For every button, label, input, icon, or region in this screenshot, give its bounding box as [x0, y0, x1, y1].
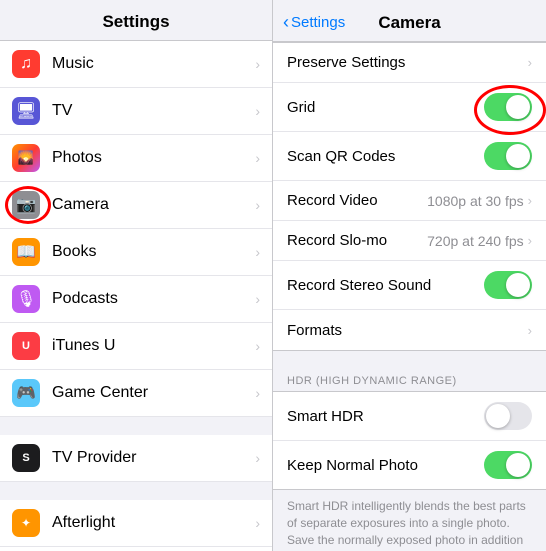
sidebar-item-itunes[interactable]: U iTunes U › [0, 323, 272, 370]
record-stereo-toggle[interactable] [484, 271, 532, 299]
grid-label: Grid [287, 99, 484, 116]
sidebar-item-music[interactable]: ♫ Music › [0, 41, 272, 88]
camera-icon: 📷 [12, 191, 40, 219]
hdr-section-label: HDR (HIGH DYNAMIC RANGE) [273, 369, 546, 391]
music-chevron: › [255, 56, 260, 72]
scan-qr-toggle-knob [506, 144, 530, 168]
tv-chevron: › [255, 103, 260, 119]
formats-row[interactable]: Formats › [273, 310, 546, 350]
hdr-description: Smart HDR intelligently blends the best … [273, 490, 546, 551]
record-video-chevron: › [528, 193, 532, 208]
scan-qr-toggle[interactable] [484, 142, 532, 170]
tv-label: TV [52, 102, 255, 120]
books-icon: 📖 [12, 238, 40, 266]
camera-settings-section: Preserve Settings › Grid Scan QR Codes R… [273, 42, 546, 351]
smart-hdr-toggle[interactable] [484, 402, 532, 430]
keep-normal-label: Keep Normal Photo [287, 457, 484, 474]
record-video-row[interactable]: Record Video 1080p at 30 fps › [273, 181, 546, 221]
photos-icon: 🌄 [12, 144, 40, 172]
sidebar-item-airbrush[interactable]: ✿ AirBrush › [0, 547, 272, 551]
record-video-label: Record Video [287, 192, 427, 209]
sidebar-item-tv[interactable]: 🖥 TV › [0, 88, 272, 135]
podcasts-label: Podcasts [52, 290, 255, 308]
sidebar-item-podcasts[interactable]: 🎙 Podcasts › [0, 276, 272, 323]
left-panel: Settings ♫ Music › 🖥 TV › 🌄 Photos › 📷 C… [0, 0, 273, 551]
record-slo-mo-label: Record Slo-mo [287, 232, 427, 249]
separator-1 [0, 417, 272, 435]
sidebar-item-game[interactable]: 🎮 Game Center › [0, 370, 272, 417]
keep-normal-row[interactable]: Keep Normal Photo [273, 441, 546, 489]
back-chevron-icon: ‹ [283, 12, 289, 33]
books-label: Books [52, 243, 255, 261]
smart-hdr-toggle-knob [486, 404, 510, 428]
podcasts-chevron: › [255, 291, 260, 307]
smart-hdr-label: Smart HDR [287, 408, 484, 425]
keep-normal-toggle[interactable] [484, 451, 532, 479]
left-title: Settings [102, 12, 169, 31]
tv-provider-icon: S [12, 444, 40, 472]
formats-label: Formats [287, 322, 528, 339]
grid-toggle-knob [506, 95, 530, 119]
itunes-chevron: › [255, 338, 260, 354]
photos-label: Photos [52, 149, 255, 167]
settings-list-2: S TV Provider › [0, 435, 272, 482]
record-video-value: 1080p at 30 fps [427, 193, 524, 209]
afterlight-chevron: › [255, 515, 260, 531]
right-panel: ‹ Settings Camera Preserve Settings › Gr… [273, 0, 546, 551]
right-header: ‹ Settings Camera [273, 0, 546, 42]
record-stereo-toggle-knob [506, 273, 530, 297]
podcasts-icon: 🎙 [12, 285, 40, 313]
separator-2 [0, 482, 272, 500]
hdr-section: Smart HDR Keep Normal Photo [273, 391, 546, 490]
grid-toggle[interactable] [484, 93, 532, 121]
afterlight-label: Afterlight [52, 514, 255, 532]
game-label: Game Center [52, 384, 255, 402]
preserve-settings-row[interactable]: Preserve Settings › [273, 43, 546, 83]
left-header: Settings [0, 0, 272, 41]
itunes-label: iTunes U [52, 337, 255, 355]
camera-chevron: › [255, 197, 260, 213]
formats-chevron: › [528, 323, 532, 338]
game-icon: 🎮 [12, 379, 40, 407]
preserve-settings-chevron: › [528, 55, 532, 70]
itunes-icon: U [12, 332, 40, 360]
scan-qr-label: Scan QR Codes [287, 148, 484, 165]
settings-list-1: ♫ Music › 🖥 TV › 🌄 Photos › 📷 Camera › 📖… [0, 41, 272, 417]
books-chevron: › [255, 244, 260, 260]
afterlight-icon: ✦ [12, 509, 40, 537]
record-stereo-label: Record Stereo Sound [287, 277, 484, 294]
back-label: Settings [291, 14, 345, 31]
settings-list-3: ✦ Afterlight › ✿ AirBrush › a Amazon › 🍎… [0, 500, 272, 551]
right-title: Camera [378, 13, 440, 33]
tv-icon: 🖥 [12, 97, 40, 125]
scan-qr-row[interactable]: Scan QR Codes [273, 132, 546, 181]
sidebar-item-afterlight[interactable]: ✦ Afterlight › [0, 500, 272, 547]
record-slo-mo-chevron: › [528, 233, 532, 248]
grid-row[interactable]: Grid [273, 83, 546, 132]
music-label: Music [52, 55, 255, 73]
smart-hdr-row[interactable]: Smart HDR [273, 392, 546, 441]
sidebar-item-books[interactable]: 📖 Books › [0, 229, 272, 276]
sidebar-item-camera[interactable]: 📷 Camera › [0, 182, 272, 229]
sidebar-item-photos[interactable]: 🌄 Photos › [0, 135, 272, 182]
hdr-section-gap [273, 351, 546, 369]
record-slo-mo-value: 720p at 240 fps [427, 233, 524, 249]
back-button[interactable]: ‹ Settings [283, 12, 345, 33]
game-chevron: › [255, 385, 260, 401]
photos-chevron: › [255, 150, 260, 166]
tv-provider-chevron: › [255, 450, 260, 466]
record-slo-mo-row[interactable]: Record Slo-mo 720p at 240 fps › [273, 221, 546, 261]
record-stereo-row[interactable]: Record Stereo Sound [273, 261, 546, 310]
preserve-settings-label: Preserve Settings [287, 54, 528, 71]
keep-normal-toggle-knob [506, 453, 530, 477]
tv-provider-label: TV Provider [52, 449, 255, 467]
music-icon: ♫ [12, 50, 40, 78]
camera-label: Camera [52, 196, 255, 214]
sidebar-item-tv-provider[interactable]: S TV Provider › [0, 435, 272, 482]
